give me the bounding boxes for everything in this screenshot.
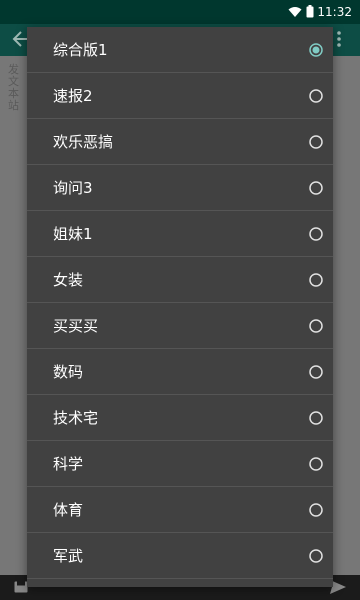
background-text-line: 发文: [8, 63, 19, 88]
option-item[interactable]: 体育: [27, 487, 333, 533]
option-item[interactable]: 姐妹1: [27, 211, 333, 257]
status-bar: 11:32: [0, 0, 360, 24]
radio-unselected-icon[interactable]: [309, 135, 323, 149]
radio-selected-icon[interactable]: [309, 43, 323, 57]
radio-unselected-icon[interactable]: [309, 227, 323, 241]
option-label: 数码: [53, 363, 84, 381]
wifi-icon: [288, 6, 302, 17]
option-item[interactable]: 买买买: [27, 303, 333, 349]
radio-unselected-icon[interactable]: [309, 365, 323, 379]
option-label: 速报2: [53, 87, 93, 105]
radio-unselected-icon[interactable]: [309, 181, 323, 195]
option-item[interactable]: 欢乐恶搞: [27, 119, 333, 165]
board-select-dialog: 综合版1 速报2 欢乐恶搞 询问3 姐妹1 女装 买买买 数码 技术宅 科学 体…: [27, 27, 333, 587]
radio-unselected-icon[interactable]: [309, 319, 323, 333]
battery-icon: [306, 5, 314, 18]
more-vert-icon[interactable]: [336, 30, 342, 48]
option-label: 体育: [53, 501, 84, 519]
option-item[interactable]: 女装: [27, 257, 333, 303]
option-label: 女装: [53, 271, 84, 289]
option-label: 军武: [53, 547, 84, 565]
option-label: 买买买: [53, 317, 99, 335]
option-label: 询问3: [53, 179, 93, 197]
option-label: 欢乐恶搞: [53, 133, 114, 151]
option-item[interactable]: 速报2: [27, 73, 333, 119]
radio-unselected-icon[interactable]: [309, 503, 323, 517]
status-time: 11:32: [317, 5, 352, 19]
option-label: 姐妹1: [53, 225, 93, 243]
status-icons: [288, 5, 314, 18]
background-text-line: 本站: [8, 87, 19, 112]
radio-unselected-icon[interactable]: [309, 273, 323, 287]
option-label: 技术宅: [53, 409, 99, 427]
option-label: 科学: [53, 455, 84, 473]
option-item[interactable]: 询问3: [27, 165, 333, 211]
option-item[interactable]: 技术宅: [27, 395, 333, 441]
radio-unselected-icon[interactable]: [309, 457, 323, 471]
option-item[interactable]: 综合版1: [27, 27, 333, 73]
option-label: 综合版1: [53, 41, 108, 59]
radio-unselected-icon[interactable]: [309, 411, 323, 425]
radio-unselected-icon[interactable]: [309, 89, 323, 103]
radio-unselected-icon[interactable]: [309, 549, 323, 563]
background-text: 发文 本站: [8, 64, 28, 112]
option-item[interactable]: 科学: [27, 441, 333, 487]
option-item[interactable]: 数码: [27, 349, 333, 395]
save-icon[interactable]: [14, 581, 28, 593]
option-item[interactable]: 军武: [27, 533, 333, 579]
